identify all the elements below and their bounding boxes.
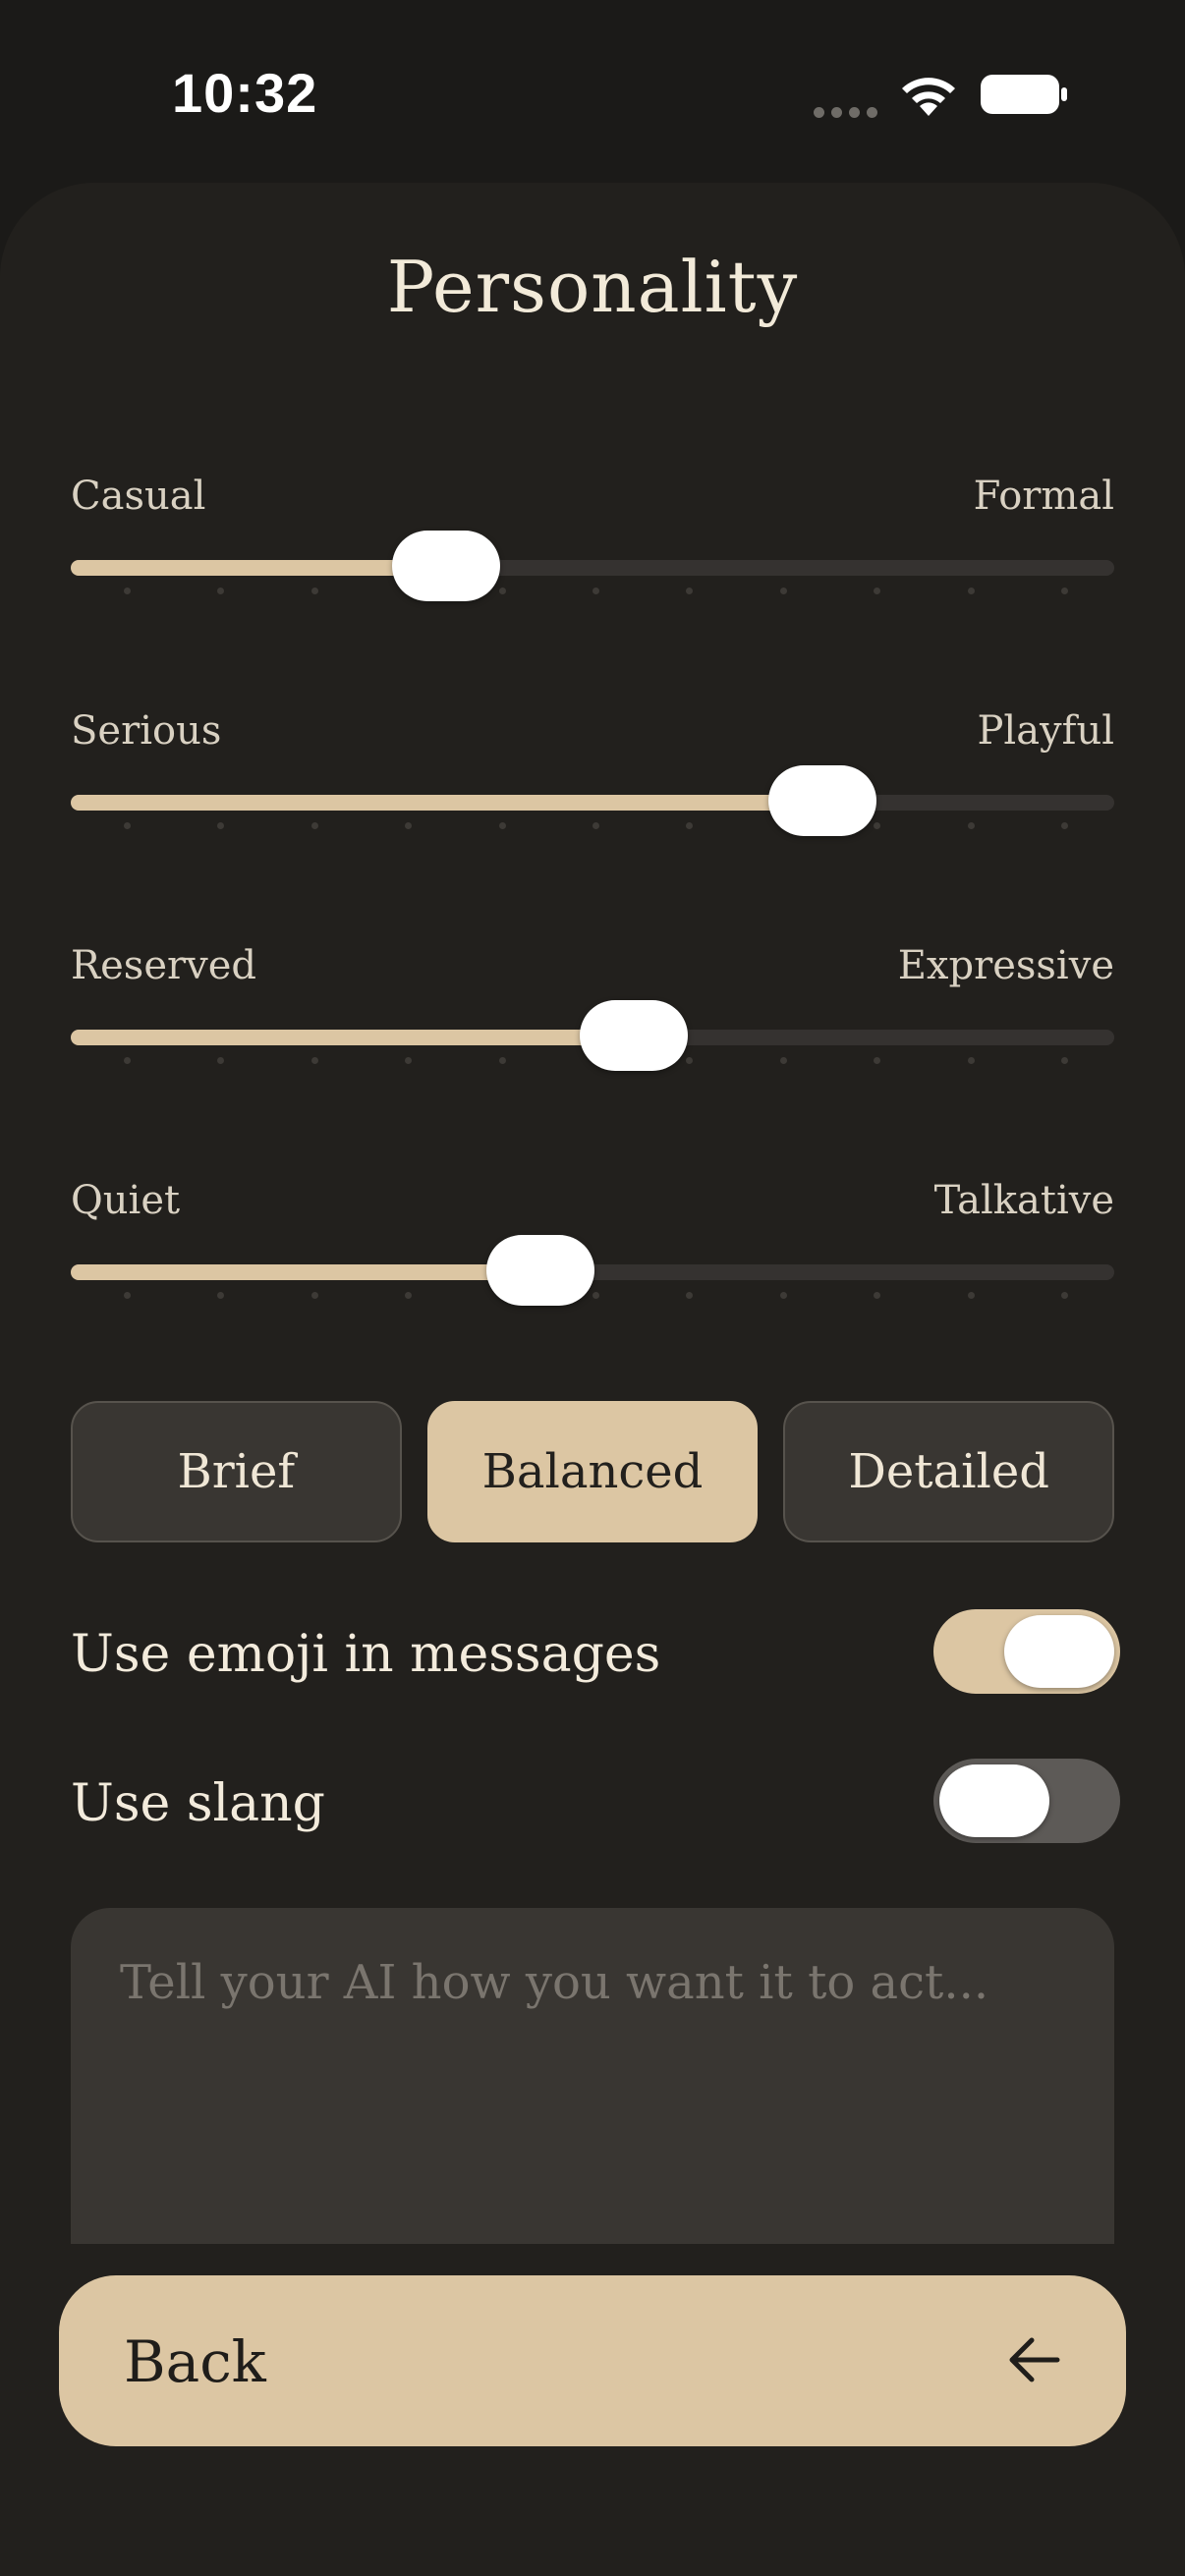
slider-tick bbox=[498, 1057, 506, 1064]
length-option-balanced[interactable]: Balanced bbox=[426, 1401, 759, 1542]
slider-tick bbox=[310, 1057, 318, 1064]
slider-tick bbox=[498, 588, 506, 594]
toggle-label: Use emoji in messages bbox=[71, 1625, 661, 1684]
slider-tick bbox=[217, 1292, 225, 1299]
slider-tick bbox=[310, 1292, 318, 1299]
slider-track[interactable] bbox=[71, 560, 1114, 576]
status-time: 10:32 bbox=[172, 62, 318, 124]
slider-fill bbox=[71, 1030, 635, 1045]
custom-instructions-box bbox=[71, 1908, 1114, 2244]
slider-thumb[interactable] bbox=[580, 1000, 689, 1071]
response-length-selector: Brief Balanced Detailed bbox=[71, 1401, 1115, 1542]
slider-tick bbox=[874, 588, 881, 594]
slider-track[interactable] bbox=[71, 795, 1114, 811]
slider-tick bbox=[124, 588, 131, 594]
length-option-brief[interactable]: Brief bbox=[71, 1401, 402, 1542]
emoji-toggle[interactable] bbox=[933, 1609, 1120, 1694]
slider-tick bbox=[686, 1057, 694, 1064]
slider-tick bbox=[874, 1292, 881, 1299]
slider-thumb[interactable] bbox=[767, 765, 876, 836]
slider-tick bbox=[217, 822, 225, 829]
custom-instructions-input[interactable] bbox=[118, 1953, 1065, 2212]
slider-tick bbox=[967, 588, 975, 594]
slider-tick bbox=[592, 588, 599, 594]
slider-tick bbox=[686, 588, 694, 594]
slider-tick bbox=[124, 822, 131, 829]
slider-tick bbox=[874, 1057, 881, 1064]
slider-fill bbox=[71, 795, 822, 811]
slider-tick bbox=[967, 1292, 975, 1299]
slider-ticks bbox=[71, 822, 1114, 830]
toggle-label: Use slang bbox=[71, 1774, 325, 1833]
slider-tick bbox=[967, 1057, 975, 1064]
slider-right-label: Talkative bbox=[933, 1178, 1114, 1223]
slider-quiet-talkative: Quiet Talkative bbox=[71, 1178, 1114, 1365]
slider-tick bbox=[1061, 822, 1068, 829]
slider-tick bbox=[779, 588, 787, 594]
slider-tick bbox=[310, 588, 318, 594]
slider-tick bbox=[592, 1292, 599, 1299]
slider-tick bbox=[592, 822, 599, 829]
slider-tick bbox=[1061, 588, 1068, 594]
slider-tick bbox=[686, 822, 694, 829]
page-title: Personality bbox=[386, 246, 799, 328]
slang-toggle[interactable] bbox=[933, 1759, 1120, 1843]
slider-casual-formal: Casual Formal bbox=[71, 474, 1114, 660]
back-button[interactable]: Back bbox=[59, 2275, 1126, 2446]
slider-tick bbox=[779, 1057, 787, 1064]
slider-tick bbox=[405, 1292, 413, 1299]
slider-left-label: Quiet bbox=[71, 1178, 181, 1223]
slider-tick bbox=[217, 588, 225, 594]
toggle-row-slang: Use slang bbox=[71, 1759, 1120, 1847]
toggle-row-emoji: Use emoji in messages bbox=[71, 1609, 1120, 1698]
slider-tick bbox=[686, 1292, 694, 1299]
toggle-knob bbox=[1004, 1615, 1114, 1688]
slider-tick bbox=[498, 822, 506, 829]
slider-fill bbox=[71, 1264, 540, 1280]
status-bar: 10:32 bbox=[0, 0, 1185, 187]
slider-serious-playful: Serious Playful bbox=[71, 708, 1114, 895]
slider-tick bbox=[405, 1057, 413, 1064]
slider-thumb[interactable] bbox=[485, 1235, 594, 1306]
slider-fill bbox=[71, 560, 447, 576]
toggle-knob bbox=[939, 1764, 1049, 1837]
slider-tick bbox=[310, 822, 318, 829]
slider-tick bbox=[124, 1057, 131, 1064]
slider-thumb[interactable] bbox=[392, 531, 501, 601]
back-button-label: Back bbox=[124, 2328, 266, 2395]
slider-left-label: Serious bbox=[71, 708, 222, 754]
slider-tick bbox=[874, 822, 881, 829]
slider-tick bbox=[124, 1292, 131, 1299]
slider-tick bbox=[1061, 1292, 1068, 1299]
slider-ticks bbox=[71, 588, 1114, 595]
slider-right-label: Expressive bbox=[897, 943, 1114, 988]
slider-tick bbox=[405, 822, 413, 829]
cellular-signal-dots-icon bbox=[814, 107, 877, 118]
slider-left-label: Reserved bbox=[71, 943, 256, 988]
wifi-icon bbox=[902, 78, 955, 116]
slider-tick bbox=[967, 822, 975, 829]
slider-right-label: Formal bbox=[973, 474, 1114, 519]
arrow-left-icon bbox=[1009, 2337, 1060, 2382]
slider-left-label: Casual bbox=[71, 474, 206, 519]
slider-tick bbox=[1061, 1057, 1068, 1064]
length-option-detailed[interactable]: Detailed bbox=[783, 1401, 1115, 1542]
slider-reserved-expressive: Reserved Expressive bbox=[71, 943, 1114, 1130]
battery-full-icon bbox=[981, 75, 1067, 114]
slider-tick bbox=[217, 1057, 225, 1064]
slider-ticks bbox=[71, 1292, 1114, 1300]
slider-tick bbox=[779, 1292, 787, 1299]
slider-right-label: Playful bbox=[977, 708, 1114, 754]
